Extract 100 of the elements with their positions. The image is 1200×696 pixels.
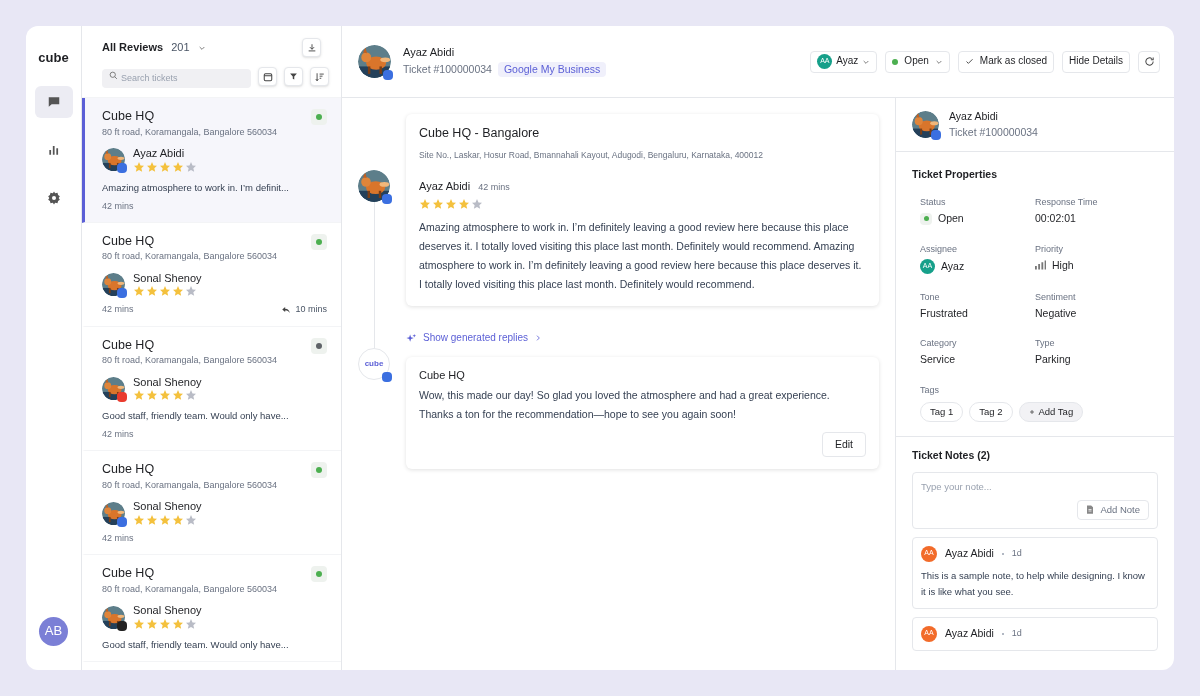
property-label: Response Time bbox=[1035, 197, 1099, 209]
review-snippet: Good staff, friendly team. Would only have... bbox=[102, 410, 290, 423]
star-icon bbox=[146, 389, 158, 402]
review-time: 42 mins bbox=[478, 181, 510, 193]
review-list-item[interactable]: Cube HQ 80 ft road, Koramangala, Bangalore 560034 Ayaz Abidi Amazing atmosphere to work in. I’m definit... 42 mins bbox=[82, 98, 341, 223]
add-note-button[interactable]: Add Note bbox=[1077, 499, 1149, 520]
hide-details-button[interactable]: Hide Details bbox=[1062, 50, 1130, 73]
reviewer-name: Sonal Shenoy bbox=[133, 500, 202, 514]
sort-icon bbox=[314, 71, 325, 82]
bar-chart-icon bbox=[46, 143, 61, 158]
property-value: Parking bbox=[1035, 353, 1071, 367]
note-author: Ayaz Abidi bbox=[945, 547, 994, 561]
star-icon bbox=[471, 198, 483, 210]
location-address: 80 ft road, Koramangala, Bangalore 560034 bbox=[102, 480, 278, 492]
add-tag-button[interactable]: Add Tag bbox=[1018, 401, 1084, 422]
filter-button[interactable] bbox=[284, 67, 303, 87]
property-value: Frustrated bbox=[920, 307, 968, 321]
search-field[interactable]: Search tickets bbox=[102, 68, 251, 88]
settings-icon bbox=[46, 191, 61, 206]
refresh-button[interactable] bbox=[1138, 50, 1160, 73]
star-icon bbox=[172, 160, 184, 173]
edit-button[interactable]: Edit bbox=[821, 432, 866, 458]
user-avatar[interactable]: AB bbox=[39, 617, 68, 646]
review-address: Site No., Laskar, Hosur Road, Bmannahali Kayout, Adugodi, Bengaluru, Karnataka, 400012 bbox=[419, 149, 764, 161]
star-icon bbox=[133, 617, 145, 630]
review-time: 42 mins bbox=[102, 533, 134, 545]
sort-button[interactable] bbox=[310, 67, 329, 87]
star-icon bbox=[133, 389, 145, 402]
property-label: Sentiment bbox=[1035, 291, 1077, 303]
mark-closed-button[interactable]: Mark as closed bbox=[957, 50, 1055, 73]
location-address: 80 ft road, Koramangala, Bangalore 560034 bbox=[102, 583, 278, 596]
reply-text: Wow, this made our day! So glad you loved the atmosphere and had a great experience. Thanks a ton for the recommendation—hope to see you again soon! bbox=[419, 388, 831, 423]
star-icon bbox=[133, 160, 145, 173]
assignee-name: Ayaz bbox=[836, 55, 859, 68]
section-title: Ticket Properties bbox=[912, 168, 998, 182]
property-label: Status bbox=[920, 197, 947, 209]
star-icon bbox=[159, 514, 171, 526]
source-badge-icon bbox=[382, 194, 392, 204]
review-snippet: Good staff, friendly team. Would only have... bbox=[102, 638, 290, 651]
note-time: 1d bbox=[1011, 548, 1022, 560]
ticket-number: Ticket #100000034 bbox=[403, 62, 492, 76]
star-icon bbox=[185, 514, 197, 526]
star-icon bbox=[419, 198, 431, 210]
check-icon bbox=[964, 57, 974, 66]
property-label: Tone bbox=[920, 291, 941, 303]
signal-bars-icon bbox=[1035, 260, 1046, 271]
property-label: Category bbox=[920, 338, 958, 350]
review-location: Cube HQ - Bangalore bbox=[419, 126, 541, 142]
reviewer-name: Sonal Shenoy bbox=[133, 375, 202, 390]
star-icon bbox=[146, 514, 158, 526]
note-author: Ayaz Abidi bbox=[945, 627, 994, 641]
search-icon bbox=[109, 71, 118, 80]
ticket-number: Ticket #100000034 bbox=[949, 125, 1038, 139]
download-icon bbox=[306, 42, 317, 53]
star-icon bbox=[159, 617, 171, 630]
reply-icon bbox=[281, 305, 292, 315]
source-badge-icon bbox=[931, 130, 941, 140]
star-icon bbox=[445, 198, 457, 210]
star-icon bbox=[172, 617, 184, 630]
status-label: Open bbox=[904, 55, 929, 68]
property-value: 00:02:01 bbox=[1035, 212, 1076, 226]
section-title: Ticket Notes (2) bbox=[912, 448, 991, 462]
status-dropdown[interactable]: Open bbox=[885, 50, 950, 73]
generated-replies-link[interactable]: Show generated replies bbox=[406, 332, 543, 345]
star-icon bbox=[185, 160, 197, 173]
star-icon bbox=[133, 514, 145, 526]
sparkle-icon bbox=[406, 332, 417, 344]
customer-name: Ayaz Abidi bbox=[949, 110, 999, 124]
star-icon bbox=[172, 285, 184, 298]
reviewer-name: Ayaz Abidi bbox=[133, 146, 186, 161]
star-icon bbox=[432, 198, 444, 210]
location-name: Cube HQ bbox=[102, 233, 156, 250]
nav-item[interactable] bbox=[34, 86, 73, 119]
plus-icon bbox=[1028, 408, 1035, 415]
calendar-icon bbox=[262, 71, 273, 82]
star-icon bbox=[159, 160, 171, 173]
download-button[interactable] bbox=[302, 38, 321, 57]
location-name: Cube HQ bbox=[102, 462, 156, 478]
location-name: Cube HQ bbox=[102, 566, 156, 582]
reviewer-name: Sonal Shenoy bbox=[133, 604, 202, 618]
location-address: 80 ft road, Koramangala, Bangalore 560034 bbox=[102, 251, 278, 263]
location-address: 80 ft road, Koramangala, Bangalore 560034 bbox=[102, 355, 278, 367]
star-icon bbox=[185, 389, 197, 402]
review-text: Amazing atmosphere to work in. I’m definitely leaving a good review here because this place deserves it. I totally loved visiting this place last month. Definitely would recommend. Amazing atmosphere to work in. I’m definitely leaving a good review here because this place deserves it. I totally loved visiting this place last month. Definitely would recommend. bbox=[419, 220, 863, 292]
source-badge-icon bbox=[383, 70, 393, 80]
reply-author: Cube HQ bbox=[419, 368, 466, 383]
source-badge-icon bbox=[382, 372, 392, 382]
app-logo: cube bbox=[38, 50, 69, 67]
refresh-icon bbox=[1143, 56, 1155, 67]
note-field[interactable]: Type your note... bbox=[921, 480, 1149, 493]
property-value: Open bbox=[938, 212, 964, 226]
star-icon bbox=[146, 617, 158, 630]
star-icon bbox=[172, 389, 184, 402]
star-icon bbox=[159, 389, 171, 402]
source-tag: Google My Business bbox=[497, 61, 607, 77]
star-icon bbox=[133, 285, 145, 298]
reviewer-name: Ayaz Abidi bbox=[419, 180, 471, 194]
calendar-button[interactable] bbox=[258, 67, 277, 87]
star-icon bbox=[146, 160, 158, 173]
location-address: 80 ft road, Koramangala, Bangalore 560034 bbox=[102, 126, 278, 138]
